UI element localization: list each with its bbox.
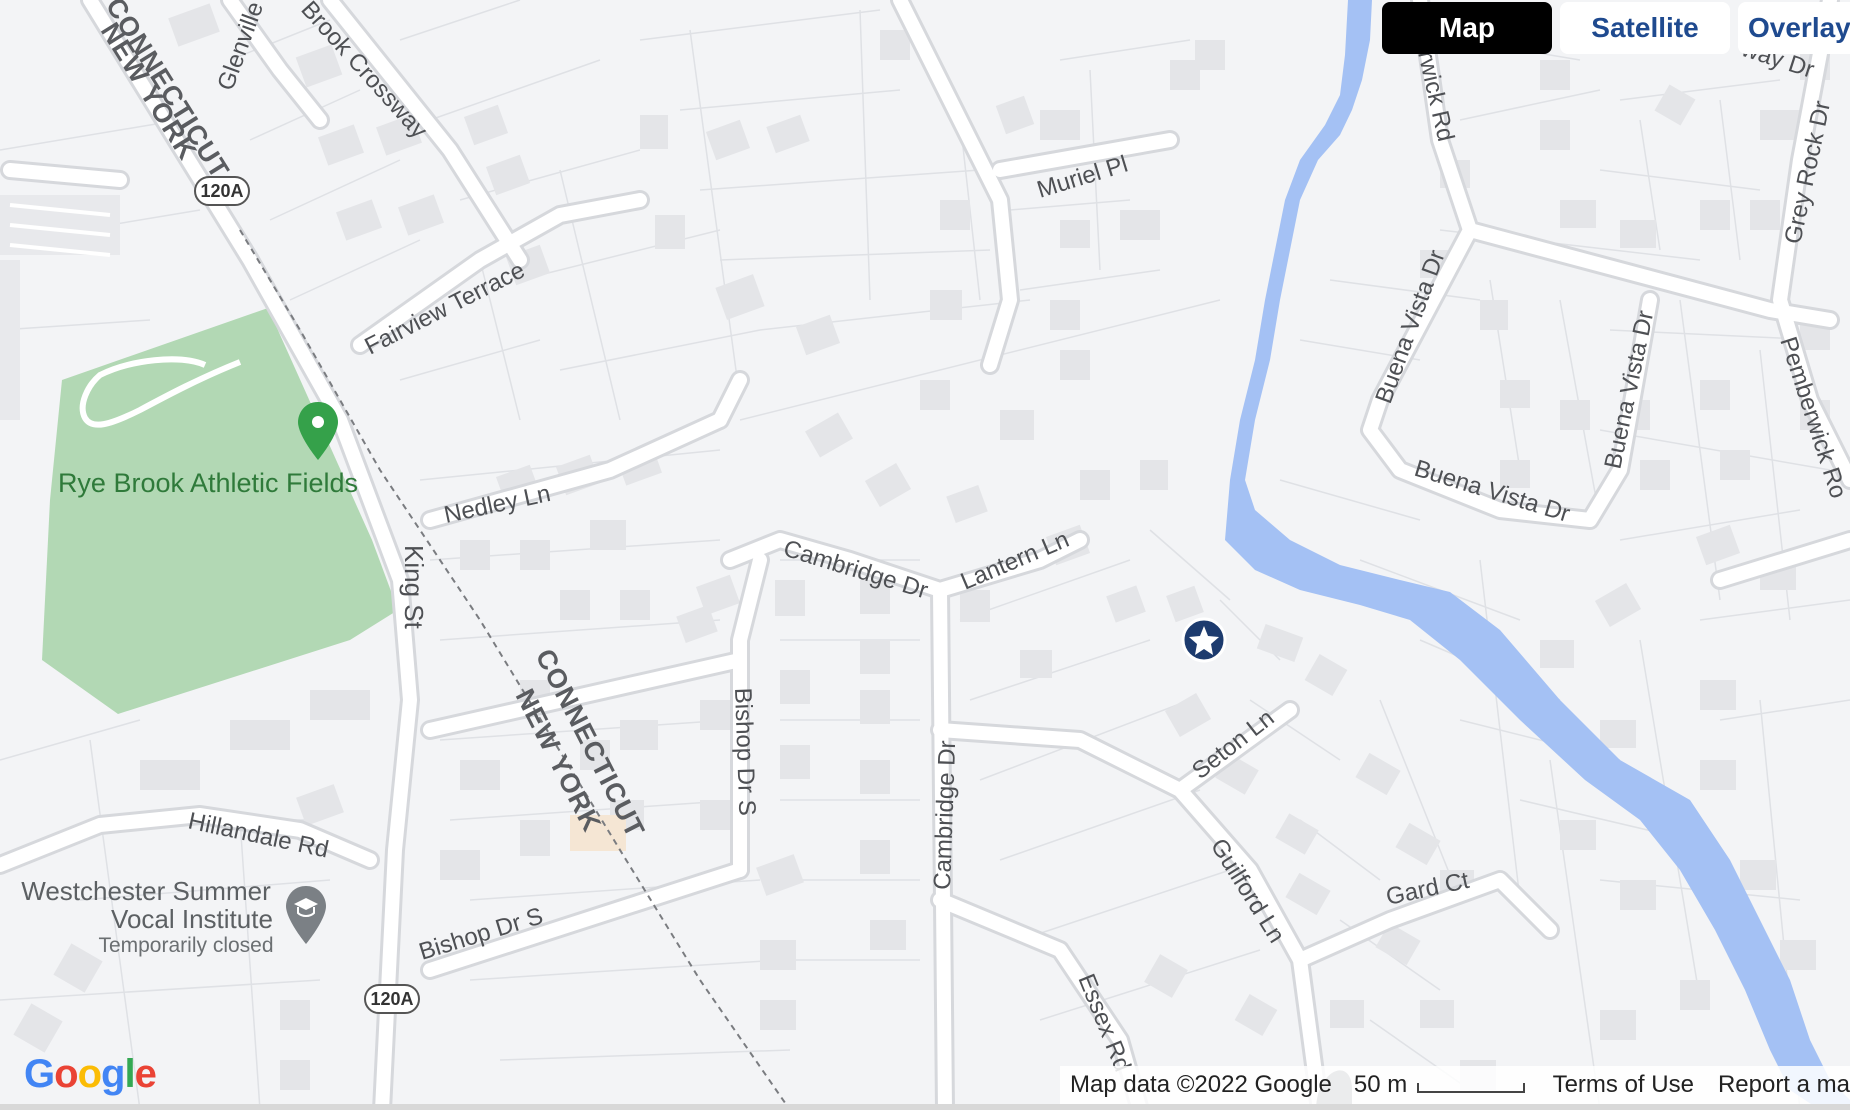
scale-bar[interactable] (1417, 1083, 1525, 1093)
road-label-buena-vista-dr-2: Buena Vista Dr (1599, 308, 1659, 471)
road-label-nedley-ln: Nedley Ln (442, 480, 553, 529)
road-label-essex-rd: Essex Rd (1072, 970, 1136, 1075)
place-label-rye-brook-fields[interactable]: Rye Brook Athletic Fields (58, 468, 358, 498)
map-canvas[interactable]: 120A 120A CONNECTICUT NEW YORK Glenville… (0, 0, 1850, 1110)
road-label-bishop-dr-vertical: Bishop Dr S (729, 687, 760, 816)
place-label-westchester-line2[interactable]: Vocal Institute (111, 904, 273, 934)
map-type-satellite-button[interactable]: Satellite (1560, 2, 1730, 54)
map-layer[interactable]: 120A 120A CONNECTICUT NEW YORK Glenville… (0, 0, 1850, 1110)
road-label-fairview-terrace: Fairview Terrace (360, 257, 529, 361)
school-icon[interactable] (286, 886, 326, 944)
report-map-error-link[interactable]: Report a ma (1718, 1071, 1850, 1099)
map-type-overlays-button[interactable]: Overlays (1738, 2, 1850, 54)
map-footer: Map data ©2022 Google 50 m Terms of Use … (1060, 1066, 1850, 1104)
place-label-westchester-status: Temporarily closed (98, 934, 273, 957)
road-label-king-st: King St (399, 545, 429, 630)
route-shield-top-label: 120A (200, 181, 243, 201)
route-shield-bottom-label: 120A (370, 989, 413, 1009)
scale-label[interactable]: 50 m (1354, 1071, 1407, 1099)
road-label-pemberwick-rd: Pemberwick Ro (1774, 334, 1850, 502)
terms-of-use-link[interactable]: Terms of Use (1553, 1071, 1694, 1099)
map-type-map-button[interactable]: Map (1382, 2, 1552, 54)
road-label-cambridge-dr-vertical: Cambridge Dr (929, 740, 961, 890)
route-shield-bottom: 120A (364, 984, 420, 1014)
place-label-westchester-line1[interactable]: Westchester Summer (21, 876, 271, 906)
road-label-guilford-ln: Guilford Ln (1205, 834, 1290, 948)
google-logo: Google (24, 1052, 157, 1096)
bottom-border (0, 1104, 1850, 1110)
star-marker-icon[interactable] (1181, 617, 1227, 663)
map-data-copyright: Map data ©2022 Google (1070, 1071, 1332, 1098)
road-label-buena-vista-dr-1: Buena Vista Dr (1370, 247, 1450, 408)
route-shield-top: 120A (194, 176, 250, 206)
